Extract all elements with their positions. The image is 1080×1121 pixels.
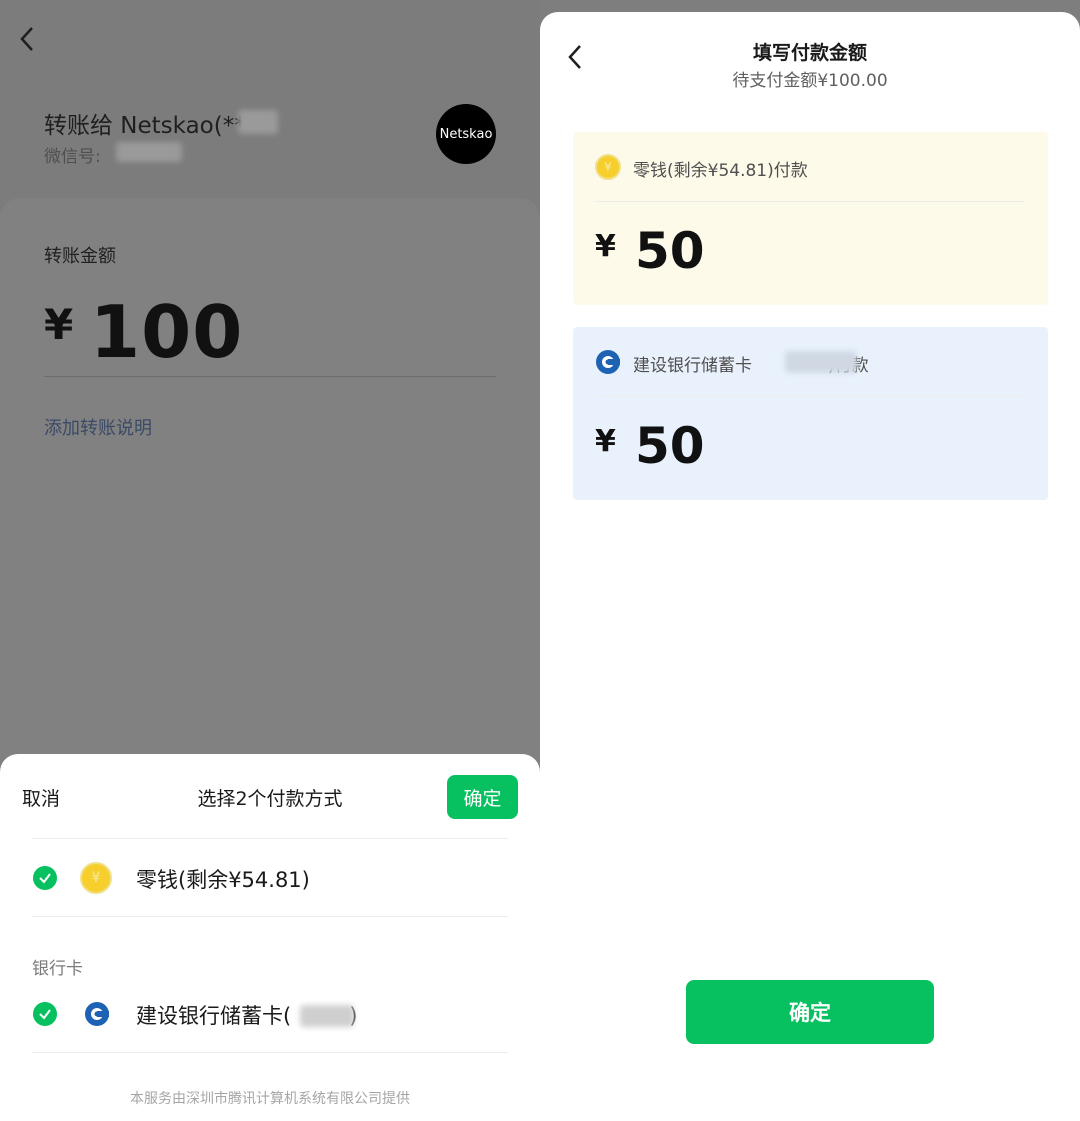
- avatar: Netskao: [436, 104, 496, 164]
- transfer-amount[interactable]: 100: [90, 290, 243, 374]
- bank-card-section-label: 银行卡: [32, 959, 83, 979]
- transfer-card: [0, 198, 540, 798]
- divider: [32, 916, 508, 917]
- divider: [32, 838, 508, 839]
- bank-payment-name: 建设银行储蓄卡: [633, 356, 752, 376]
- divider: [32, 1052, 508, 1053]
- balance-option[interactable]: 零钱(剩余¥54.81): [136, 864, 310, 894]
- balance-payment-box: ¥ 零钱(剩余¥54.81)付款 ¥ 50: [573, 132, 1048, 305]
- ccb-bank-icon: [596, 350, 620, 374]
- coin-icon: ¥: [595, 154, 621, 180]
- ccb-bank-icon: [85, 1002, 109, 1026]
- checkmark-icon[interactable]: [33, 866, 57, 890]
- balance-payment-label: 零钱(剩余¥54.81)付款: [633, 161, 808, 181]
- currency-symbol: ¥: [595, 229, 616, 264]
- blurred-name: [238, 110, 278, 134]
- transfer-amount-label: 转账金额: [44, 246, 116, 267]
- payment-method-sheet: 取消 选择2个付款方式 确定 ¥ 零钱(剩余¥54.81) 银行卡 建设银行储蓄…: [0, 754, 540, 1121]
- balance-amount-input[interactable]: 50: [635, 222, 705, 280]
- divider: [595, 396, 1025, 397]
- add-transfer-note-link[interactable]: 添加转账说明: [44, 414, 152, 440]
- back-arrow-icon[interactable]: [14, 24, 44, 54]
- fill-amount-page: 填写付款金额 待支付金额¥100.00 ¥ 零钱(剩余¥54.81)付款 ¥ 5…: [540, 12, 1080, 1121]
- confirm-button[interactable]: 确定: [447, 775, 518, 819]
- bank-amount-input[interactable]: 50: [635, 417, 705, 475]
- divider: [44, 376, 496, 377]
- pending-amount: 待支付金额¥100.00: [732, 71, 888, 91]
- service-provider-footer: 本服务由深圳市腾讯计算机系统有限公司提供: [130, 1091, 410, 1107]
- wechat-id-label: 微信号:: [44, 147, 101, 167]
- currency-symbol: ¥: [595, 424, 616, 459]
- currency-symbol: ¥: [44, 300, 74, 349]
- blurred-card-number: [785, 351, 857, 373]
- bank-card-name: 建设银行储蓄卡(: [136, 1004, 292, 1028]
- checkmark-icon[interactable]: [33, 1002, 57, 1026]
- transfer-recipient-title: 转账给 Netskao(**: [44, 113, 246, 139]
- confirm-button[interactable]: 确定: [686, 980, 934, 1044]
- page-title: 填写付款金额: [752, 42, 867, 64]
- blurred-wechat-id: [116, 142, 182, 162]
- coin-icon: ¥: [80, 862, 112, 894]
- divider: [595, 201, 1025, 202]
- bank-payment-box: 建设银行储蓄卡)付款 ¥ 50: [573, 327, 1048, 500]
- blurred-card-number: [300, 1005, 354, 1027]
